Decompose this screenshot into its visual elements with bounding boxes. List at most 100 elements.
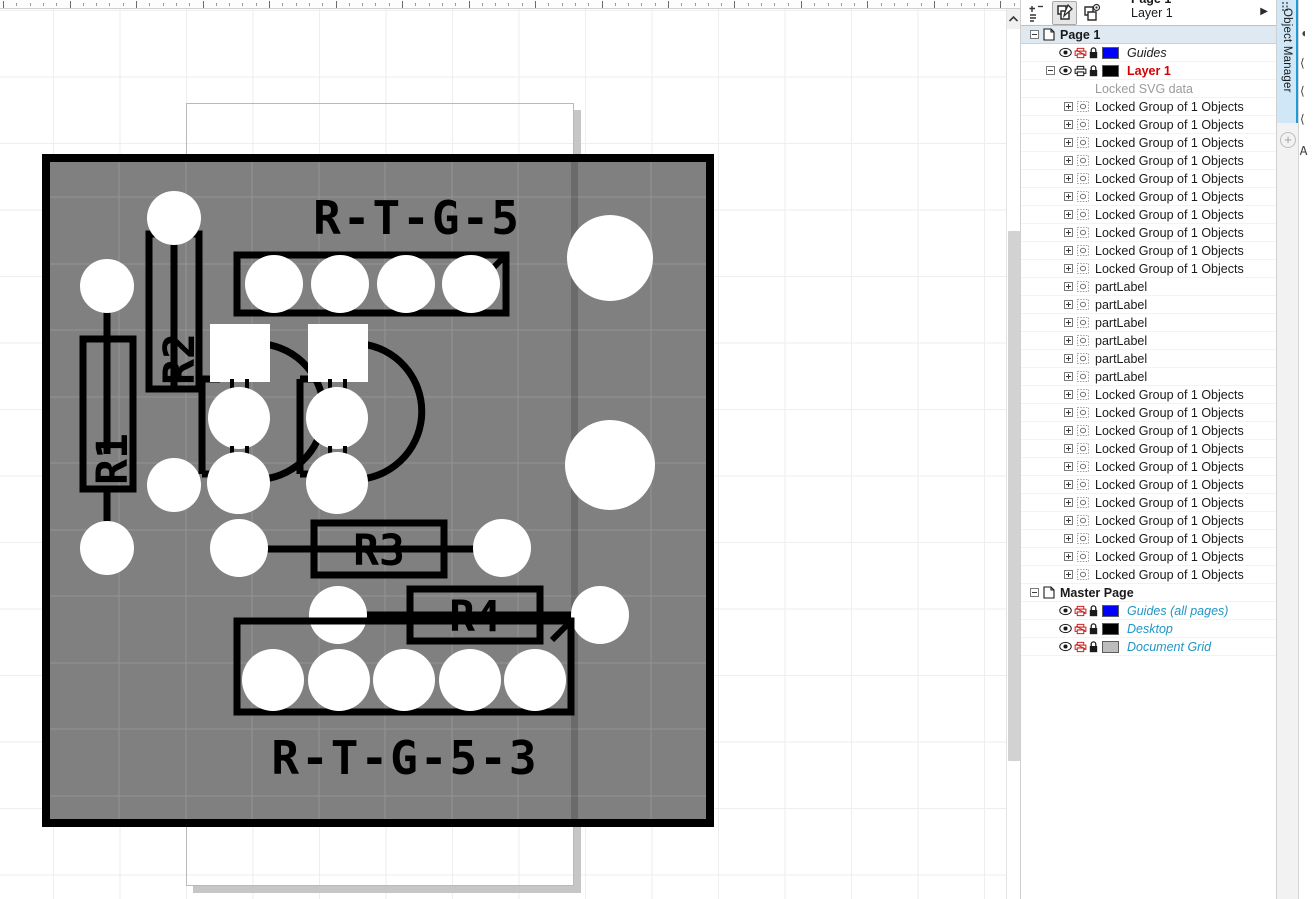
expand-icon[interactable] <box>1064 264 1073 273</box>
expand-icon[interactable] <box>1064 246 1073 255</box>
layer-manager-view-icon[interactable] <box>1079 1 1104 25</box>
tree-row-o8[interactable]: Locked Group of 1 Objects <box>1021 224 1276 242</box>
printable-icon[interactable] <box>1074 641 1087 653</box>
visibility-eye-icon[interactable] <box>1059 605 1072 616</box>
expand-icon[interactable] <box>1064 174 1073 183</box>
tree-row-o12[interactable]: Locked Group of 1 Objects <box>1021 404 1276 422</box>
tree-row-p1[interactable]: partLabel <box>1021 278 1276 296</box>
expand-icon[interactable] <box>1064 408 1073 417</box>
expand-icon[interactable] <box>1064 354 1073 363</box>
lock-icon[interactable] <box>1089 46 1098 59</box>
new-layer-icon[interactable] <box>1025 1 1050 25</box>
expand-icon[interactable] <box>1064 390 1073 399</box>
add-panel-button[interactable]: + <box>1280 132 1296 148</box>
tree-row-o5[interactable]: Locked Group of 1 Objects <box>1021 170 1276 188</box>
tab-object-manager[interactable]: Object Manager <box>1277 0 1298 123</box>
tree-row-p6[interactable]: partLabel <box>1021 368 1276 386</box>
active-layer-combobox[interactable]: Layer 1 ▶ <box>1107 0 1277 26</box>
collapse-icon[interactable] <box>1046 66 1055 75</box>
layer-color-swatch[interactable] <box>1102 622 1119 635</box>
expand-icon[interactable] <box>1064 192 1073 201</box>
tree-row-o19[interactable]: Locked Group of 1 Objects <box>1021 530 1276 548</box>
collapse-icon[interactable] <box>1030 30 1039 39</box>
expand-icon[interactable] <box>1064 462 1073 471</box>
layer-color-swatch[interactable] <box>1102 46 1119 59</box>
expand-icon[interactable] <box>1064 336 1073 345</box>
tree-row-o9[interactable]: Locked Group of 1 Objects <box>1021 242 1276 260</box>
tree-row-o14[interactable]: Locked Group of 1 Objects <box>1021 440 1276 458</box>
expand-icon[interactable] <box>1064 570 1073 579</box>
tree-row-o11[interactable]: Locked Group of 1 Objects <box>1021 386 1276 404</box>
tree-row-o21[interactable]: Locked Group of 1 Objects <box>1021 566 1276 584</box>
tree-row-o13[interactable]: Locked Group of 1 Objects <box>1021 422 1276 440</box>
expand-icon[interactable] <box>1064 282 1073 291</box>
tree-row-o15[interactable]: Locked Group of 1 Objects <box>1021 458 1276 476</box>
expand-icon[interactable] <box>1064 138 1073 147</box>
tree-row-p4[interactable]: partLabel <box>1021 332 1276 350</box>
expand-icon[interactable] <box>1064 156 1073 165</box>
tree-row-o10[interactable]: Locked Group of 1 Objects <box>1021 260 1276 278</box>
scroll-thumb[interactable] <box>1008 231 1020 761</box>
tree-row-guidesall[interactable]: Guides (all pages) <box>1021 602 1276 620</box>
tree-row-o3[interactable]: Locked Group of 1 Objects <box>1021 134 1276 152</box>
tree-row-p3[interactable]: partLabel <box>1021 314 1276 332</box>
visibility-eye-icon[interactable] <box>1059 641 1072 652</box>
layer-color-swatch[interactable] <box>1102 604 1119 617</box>
tree-row-p5[interactable]: partLabel <box>1021 350 1276 368</box>
expand-icon[interactable] <box>1064 552 1073 561</box>
tree-row-layer1[interactable]: Layer 1 <box>1021 62 1276 80</box>
expand-icon[interactable] <box>1064 372 1073 381</box>
visibility-eye-icon[interactable] <box>1059 623 1072 634</box>
collapse-icon[interactable] <box>1030 588 1039 597</box>
expand-icon[interactable] <box>1064 444 1073 453</box>
tree-row-o6[interactable]: Locked Group of 1 Objects <box>1021 188 1276 206</box>
tree-row-guides[interactable]: Guides <box>1021 44 1276 62</box>
tree-row-o20[interactable]: Locked Group of 1 Objects <box>1021 548 1276 566</box>
tree-row-page1[interactable]: Page 1 <box>1021 26 1276 44</box>
printable-icon[interactable] <box>1074 65 1087 77</box>
scroll-up-button[interactable] <box>1007 9 1020 29</box>
edit-across-layers-icon[interactable] <box>1052 1 1077 25</box>
tree-row-masterpage[interactable]: Master Page <box>1021 584 1276 602</box>
horizontal-ruler[interactable] <box>0 0 1020 9</box>
expand-icon[interactable] <box>1064 210 1073 219</box>
expand-icon[interactable] <box>1064 516 1073 525</box>
lock-icon[interactable] <box>1089 640 1098 653</box>
tree-row-o1[interactable]: Locked Group of 1 Objects <box>1021 98 1276 116</box>
tree-row-o2[interactable]: Locked Group of 1 Objects <box>1021 116 1276 134</box>
expand-icon[interactable] <box>1064 300 1073 309</box>
tree-row-docgrid[interactable]: Document Grid <box>1021 638 1276 656</box>
expand-icon[interactable] <box>1064 228 1073 237</box>
expand-icon[interactable] <box>1064 480 1073 489</box>
printable-icon[interactable] <box>1074 605 1087 617</box>
lock-icon[interactable] <box>1089 64 1098 77</box>
expand-icon[interactable] <box>1064 120 1073 129</box>
expand-icon[interactable] <box>1064 318 1073 327</box>
tree-row-o17[interactable]: Locked Group of 1 Objects <box>1021 494 1276 512</box>
visibility-eye-icon[interactable] <box>1059 47 1072 58</box>
layer-color-swatch[interactable] <box>1102 640 1119 653</box>
tree-row-o4[interactable]: Locked Group of 1 Objects <box>1021 152 1276 170</box>
pcb-artwork[interactable]: R-T-G-5 R2 R1 R3 R4 R-T-G-5-3 <box>42 154 714 827</box>
printable-icon[interactable] <box>1074 47 1087 59</box>
lock-icon[interactable] <box>1089 622 1098 635</box>
expand-icon[interactable] <box>1064 102 1073 111</box>
canvas-vertical-scrollbar[interactable] <box>1006 9 1020 899</box>
visibility-eye-icon[interactable] <box>1059 65 1072 76</box>
expand-icon[interactable] <box>1064 534 1073 543</box>
ruler-tick <box>229 3 230 6</box>
tree-row-p2[interactable]: partLabel <box>1021 296 1276 314</box>
tree-row-lockedsvg[interactable]: Locked SVG data <box>1021 80 1276 98</box>
chevron-right-icon[interactable]: ▶ <box>1260 6 1268 17</box>
printable-icon[interactable] <box>1074 623 1087 635</box>
tree-row-o18[interactable]: Locked Group of 1 Objects <box>1021 512 1276 530</box>
tree-row-desktop[interactable]: Desktop <box>1021 620 1276 638</box>
drawing-canvas[interactable]: R-T-G-5 R2 R1 R3 R4 R-T-G-5-3 <box>0 0 1020 899</box>
expand-icon[interactable] <box>1064 498 1073 507</box>
layer-color-swatch[interactable] <box>1102 64 1119 77</box>
tree-row-o16[interactable]: Locked Group of 1 Objects <box>1021 476 1276 494</box>
lock-icon[interactable] <box>1089 604 1098 617</box>
tree-row-o7[interactable]: Locked Group of 1 Objects <box>1021 206 1276 224</box>
layer-tree[interactable]: Page 1 Guides Layer 1 Locked SVG data Locked… <box>1021 25 1276 860</box>
expand-icon[interactable] <box>1064 426 1073 435</box>
